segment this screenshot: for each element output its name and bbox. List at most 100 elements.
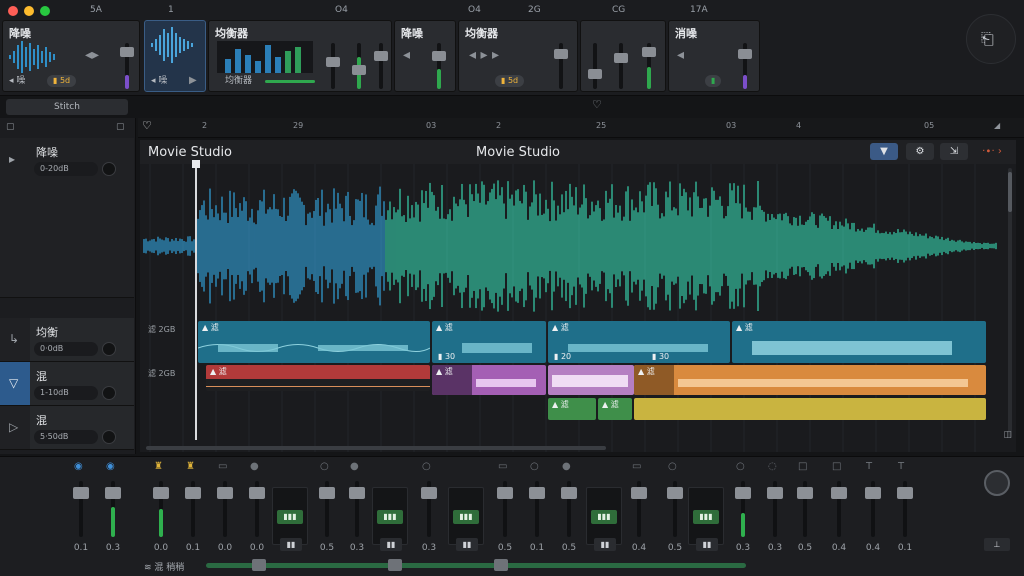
playhead[interactable] <box>195 160 197 440</box>
bank-button[interactable]: ▮▮▮ <box>377 510 403 524</box>
chevron-right-icon[interactable]: ▸ <box>9 152 15 166</box>
fader-handle[interactable] <box>561 487 577 499</box>
channel-bank[interactable]: ▮▮▮ <box>688 487 724 545</box>
scrub-handle[interactable] <box>252 559 266 571</box>
audio-clip[interactable]: ▲ 滤 ▮ 30 <box>432 321 546 363</box>
channel-icon[interactable]: ◉ <box>74 461 83 472</box>
play-icon[interactable]: ▶ <box>189 75 197 86</box>
scrub-handle[interactable] <box>494 559 508 571</box>
track-gain[interactable]: 1-10dB <box>34 386 98 400</box>
audio-clip[interactable]: ▲ 滤 ▮ 20 ▮ 30 <box>548 321 730 363</box>
channel-strip[interactable]: ♜ 0.0 <box>146 457 176 557</box>
bank-button[interactable]: ▮▮▮ <box>453 510 479 524</box>
channel-strip[interactable]: ○ 0.5 <box>660 457 690 557</box>
channel-icon[interactable]: ▭ <box>218 461 227 472</box>
channel-strip[interactable]: ◉ 0.1 <box>66 457 96 557</box>
channel-icon[interactable]: ♜ <box>154 461 163 472</box>
fader-handle[interactable] <box>249 487 265 499</box>
channel-strip[interactable]: ○ 0.5 <box>312 457 342 557</box>
audio-clip[interactable]: ▲ 滤 <box>432 365 546 395</box>
master-output-button[interactable]: ⊥ <box>984 538 1010 551</box>
channel-icon[interactable]: ▭ <box>632 461 641 472</box>
fader-handle[interactable] <box>831 487 847 499</box>
audio-clip[interactable]: ▲ 滤 <box>206 365 430 391</box>
track-dial[interactable] <box>102 386 116 400</box>
effect-eq-2[interactable]: 均衡器 ◂ ▸ ▸ ▮ 5d <box>458 20 578 92</box>
pause-button[interactable]: ▮▮ <box>696 538 718 551</box>
effect-faders[interactable] <box>580 20 666 92</box>
filter-button[interactable]: ▼ <box>870 143 898 160</box>
effect-selected[interactable]: ◂ 噪 ▶ <box>144 20 206 92</box>
route-icon[interactable]: ↳ <box>9 332 19 346</box>
vertical-scrollbar[interactable] <box>1008 168 1012 438</box>
track-header[interactable]: ▸ 降噪 0-20dB <box>0 138 134 298</box>
channel-icon[interactable]: ▭ <box>498 461 507 472</box>
channel-icon[interactable]: T <box>866 461 872 472</box>
effect-chip[interactable]: ▮ <box>705 75 722 87</box>
horizontal-scrollbar[interactable] <box>146 446 606 450</box>
channel-icon[interactable]: ○ <box>320 461 329 472</box>
channel-bank[interactable]: ▮▮▮ <box>272 487 308 545</box>
channel-strip[interactable]: ● 0.5 <box>554 457 584 557</box>
filter-icon[interactable]: ▽ <box>9 376 18 390</box>
audio-clip[interactable]: ▲ 滤 <box>598 398 632 420</box>
channel-strip[interactable]: ◉ 0.3 <box>98 457 128 557</box>
audio-clip[interactable] <box>634 398 986 420</box>
channel-strip[interactable]: ▭ 0.4 <box>624 457 654 557</box>
pause-button[interactable]: ▮▮ <box>280 538 302 551</box>
fader-handle[interactable] <box>105 487 121 499</box>
pause-button[interactable]: ▮▮ <box>380 538 402 551</box>
fader-handle[interactable] <box>421 487 437 499</box>
checkbox-icon[interactable]: ▢ <box>6 122 15 132</box>
chevron-right-icon[interactable]: ▷ <box>9 420 18 434</box>
fader-handle[interactable] <box>73 487 89 499</box>
fader-handle[interactable] <box>897 487 913 499</box>
channel-icon[interactable]: ♜ <box>186 461 195 472</box>
zoom-window-icon[interactable] <box>40 6 50 16</box>
effect-fader[interactable] <box>554 43 568 89</box>
effect-fader[interactable] <box>738 43 752 89</box>
track-header[interactable]: ▽ 混 1-10dB <box>0 362 134 406</box>
channel-strip[interactable]: T 0.4 <box>858 457 888 557</box>
audio-clip[interactable] <box>548 365 634 395</box>
channel-strip[interactable]: □ 0.5 <box>790 457 820 557</box>
fader-handle[interactable] <box>667 487 683 499</box>
effect-denoise[interactable]: 降噪 ◂▸ ◂ 噪 ▮ 5d <box>2 20 140 92</box>
channel-strip[interactable]: ○ 0.3 <box>728 457 758 557</box>
audio-clip[interactable]: ▲ 滤 <box>198 321 430 363</box>
track-gain[interactable]: 5·50dB <box>34 430 98 444</box>
checkbox-icon[interactable]: ▢ <box>116 122 125 132</box>
playhead-handle[interactable] <box>192 160 200 168</box>
channel-strip[interactable]: ◌ 0.3 <box>760 457 790 557</box>
effect-chip[interactable]: ▮ 5d <box>47 75 77 87</box>
track-header[interactable]: ▷ 混 5·50dB <box>0 406 134 450</box>
fader-handle[interactable] <box>497 487 513 499</box>
channel-strip[interactable]: ♜ 0.1 <box>178 457 208 557</box>
master-volume-knob[interactable] <box>984 470 1010 496</box>
fader-handle[interactable] <box>865 487 881 499</box>
fader-handle[interactable] <box>767 487 783 499</box>
pause-button[interactable]: ▮▮ <box>456 538 478 551</box>
track-gain[interactable]: 0-20dB <box>34 162 98 176</box>
channel-icon[interactable]: □ <box>832 461 841 472</box>
export-button[interactable]: ⎗ <box>966 14 1016 64</box>
effect-fader[interactable] <box>374 43 388 89</box>
channel-bank[interactable]: ▮▮▮ <box>372 487 408 545</box>
channel-strip[interactable]: ▭ 0.0 <box>210 457 240 557</box>
fader-handle[interactable] <box>797 487 813 499</box>
channel-strip[interactable]: T 0.1 <box>890 457 920 557</box>
close-window-icon[interactable] <box>8 6 18 16</box>
channel-strip[interactable]: ▭ 0.5 <box>490 457 520 557</box>
fader-handle[interactable] <box>153 487 169 499</box>
fader-handle[interactable] <box>631 487 647 499</box>
bank-button[interactable]: ▮▮▮ <box>591 510 617 524</box>
channel-strip[interactable]: ● 0.3 <box>342 457 372 557</box>
fader-handle[interactable] <box>529 487 545 499</box>
channel-icon[interactable]: ◉ <box>106 461 115 472</box>
channel-icon[interactable]: ● <box>250 461 259 472</box>
search-input[interactable]: Stitch <box>6 99 128 115</box>
fader-handle[interactable] <box>217 487 233 499</box>
channel-strip[interactable]: □ 0.4 <box>824 457 854 557</box>
fader-handle[interactable] <box>349 487 365 499</box>
channel-icon[interactable]: ○ <box>530 461 539 472</box>
